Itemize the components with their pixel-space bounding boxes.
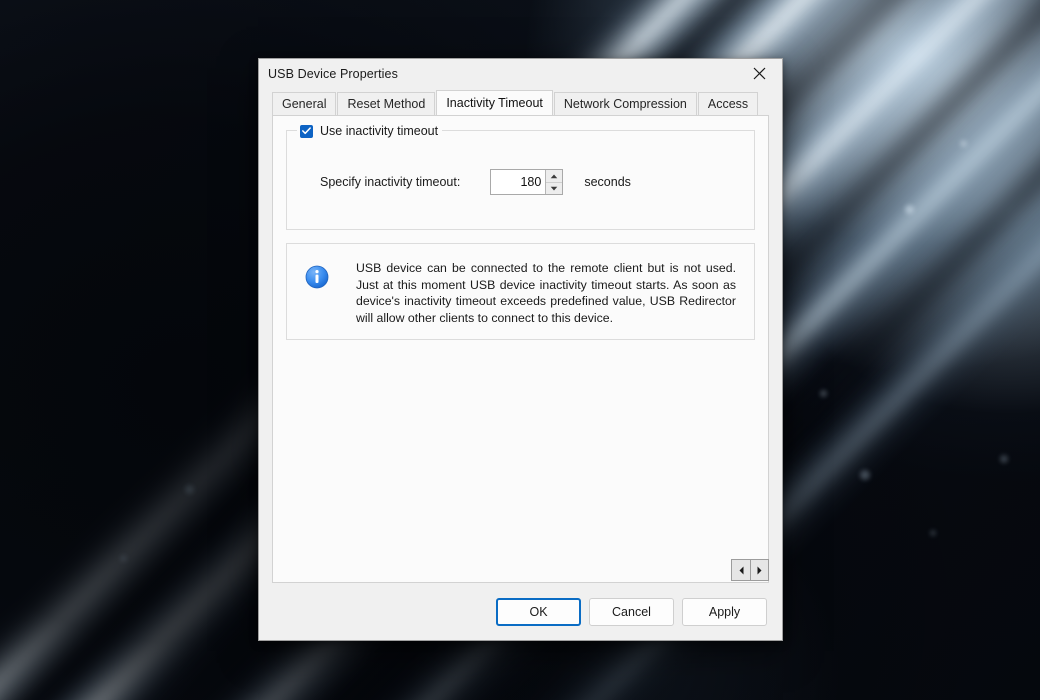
- tab-area: General Reset Method Inactivity Timeout …: [259, 89, 782, 583]
- chevron-left-icon[interactable]: [732, 560, 750, 580]
- tab-general[interactable]: General: [272, 92, 336, 115]
- info-icon: [305, 265, 331, 339]
- tab-scroll-buttons: [731, 559, 769, 581]
- tab-strip: General Reset Method Inactivity Timeout …: [272, 89, 769, 115]
- inactivity-timeout-input[interactable]: [491, 170, 545, 194]
- inactivity-timeout-spinner[interactable]: [490, 169, 563, 195]
- dialog-titlebar: USB Device Properties: [259, 59, 782, 89]
- usb-device-properties-dialog: USB Device Properties General Reset Meth…: [258, 58, 783, 641]
- info-box: USB device can be connected to the remot…: [286, 243, 755, 340]
- tab-panel-inactivity-timeout: Use inactivity timeout Specify inactivit…: [272, 115, 769, 583]
- chevron-right-icon[interactable]: [750, 560, 768, 580]
- info-text: USB device can be connected to the remot…: [356, 260, 738, 339]
- desktop-background: USB Device Properties General Reset Meth…: [0, 0, 1040, 700]
- bokeh-dot: [960, 140, 967, 147]
- bokeh-dot: [185, 485, 194, 494]
- seconds-unit-label: seconds: [584, 175, 631, 189]
- tab-reset-method[interactable]: Reset Method: [337, 92, 435, 115]
- dialog-title: USB Device Properties: [259, 67, 398, 81]
- dialog-footer: OK Cancel Apply: [259, 583, 782, 640]
- bokeh-dot: [930, 530, 936, 536]
- use-inactivity-timeout-label: Use inactivity timeout: [320, 124, 438, 138]
- triangle-down-icon[interactable]: [546, 182, 562, 194]
- bokeh-dot: [905, 205, 914, 214]
- bokeh-dot: [860, 470, 870, 480]
- bokeh-dot: [120, 555, 127, 562]
- cancel-button[interactable]: Cancel: [589, 598, 674, 626]
- apply-button[interactable]: Apply: [682, 598, 767, 626]
- use-inactivity-timeout-checkbox[interactable]: [300, 125, 313, 138]
- close-icon[interactable]: [737, 59, 782, 88]
- ok-button[interactable]: OK: [496, 598, 581, 626]
- tab-network-compression[interactable]: Network Compression: [554, 92, 697, 115]
- spinner-buttons: [545, 170, 562, 194]
- tab-inactivity-timeout[interactable]: Inactivity Timeout: [436, 90, 553, 115]
- tab-access[interactable]: Access: [698, 92, 758, 115]
- groupbox-legend: Use inactivity timeout: [297, 122, 442, 140]
- bokeh-dot: [1000, 455, 1008, 463]
- bokeh-dot: [820, 390, 827, 397]
- specify-inactivity-timeout-label: Specify inactivity timeout:: [320, 175, 460, 189]
- inactivity-timeout-row: Specify inactivity timeout:: [287, 131, 754, 195]
- inactivity-timeout-groupbox: Use inactivity timeout Specify inactivit…: [286, 130, 755, 230]
- triangle-up-icon[interactable]: [546, 170, 562, 182]
